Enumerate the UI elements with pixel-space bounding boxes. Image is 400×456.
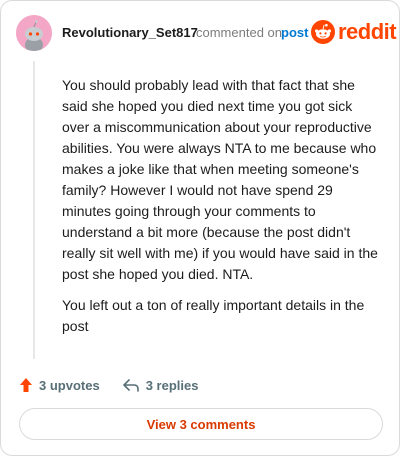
comment-body: You should probably lead with that fact … — [62, 75, 382, 347]
user-avatar[interactable] — [16, 15, 52, 51]
comment-card: Revolutionary_Set817 commented on post r… — [0, 0, 400, 456]
view-comments-button[interactable]: View 3 comments — [19, 408, 383, 440]
comment-actions: 3 upvotes 3 replies — [19, 375, 198, 395]
username-link[interactable]: Revolutionary_Set817 — [62, 25, 198, 40]
reddit-logo[interactable]: reddit — [311, 19, 397, 49]
reply-count[interactable]: 3 replies — [146, 378, 199, 393]
comment-paragraph: You should probably lead with that fact … — [62, 77, 378, 282]
reddit-wordmark: reddit — [338, 19, 397, 44]
post-link[interactable]: post — [281, 25, 308, 40]
commented-on-text: commented on — [196, 25, 282, 40]
upvote-arrow-icon[interactable] — [19, 377, 33, 393]
comment-paragraph: You left out a ton of really important d… — [62, 297, 365, 334]
snoo-avatar-icon — [16, 15, 52, 51]
upvote-count[interactable]: 3 upvotes — [39, 378, 100, 393]
thread-line[interactable] — [33, 61, 35, 359]
reply-arrow-icon[interactable] — [122, 377, 140, 393]
reddit-logo-icon — [311, 20, 335, 44]
